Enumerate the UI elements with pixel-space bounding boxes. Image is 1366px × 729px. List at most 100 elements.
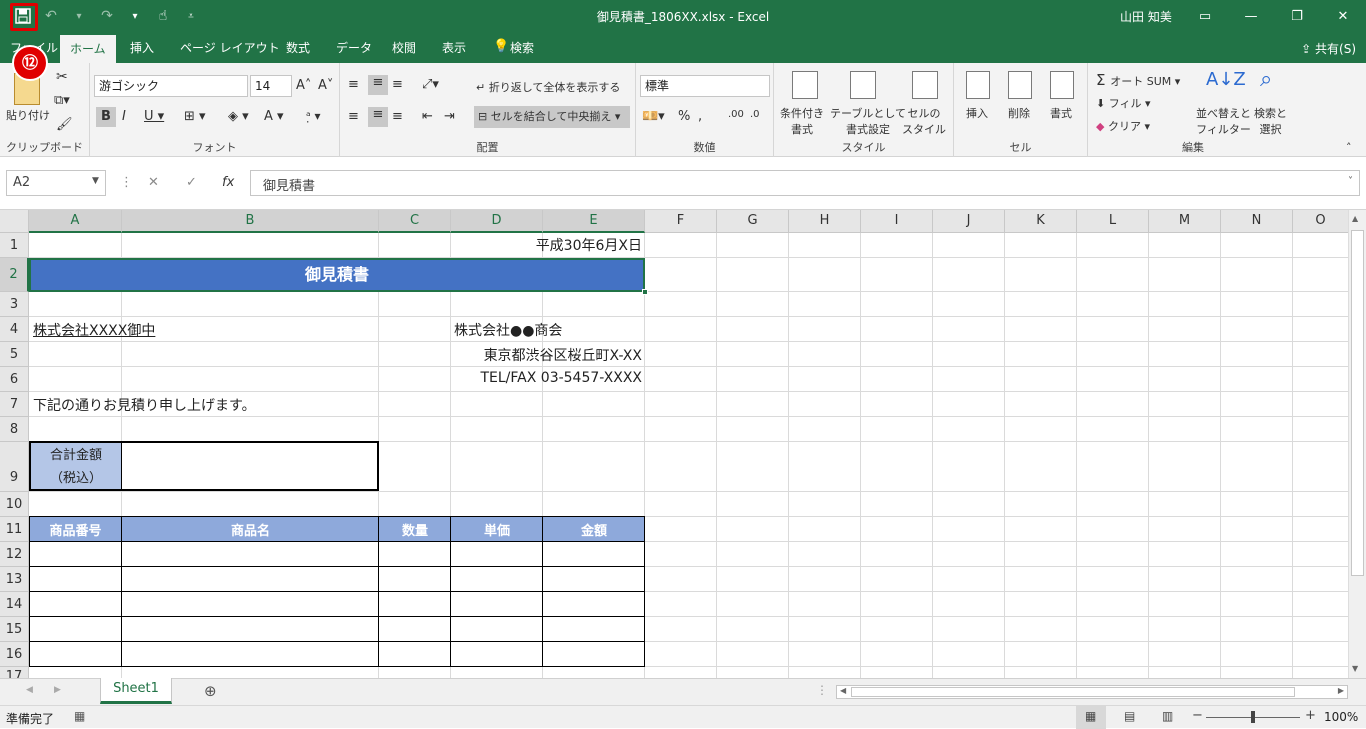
worksheet-grid[interactable]: A B C D E F G H I J K L M N O 1 2 3 4 5 … (0, 210, 1366, 678)
row-header[interactable]: 2 (0, 258, 29, 292)
enter-icon[interactable]: ✓ (186, 175, 197, 190)
column-header[interactable]: F (645, 210, 717, 233)
format-painter-icon[interactable]: 🖌 (56, 117, 73, 132)
header-amount[interactable]: 金額 (543, 520, 645, 539)
row-header[interactable]: 12 (0, 542, 29, 567)
increase-decimal-icon[interactable]: .00 (728, 109, 744, 120)
column-header[interactable]: B (122, 210, 379, 233)
vertical-scrollbar[interactable]: ▲ ▼ (1348, 210, 1366, 678)
column-header[interactable]: M (1149, 210, 1221, 233)
column-header[interactable]: N (1221, 210, 1293, 233)
row-header[interactable]: 6 (0, 367, 29, 392)
scroll-left-icon[interactable]: ◀ (840, 686, 846, 695)
column-header[interactable]: K (1005, 210, 1077, 233)
scroll-down-icon[interactable]: ▼ (1352, 664, 1358, 673)
hscroll-thumb[interactable] (851, 687, 1295, 697)
font-color-icon[interactable]: A ▾ (264, 109, 284, 124)
macro-record-icon[interactable]: ▦ (74, 709, 85, 723)
cell-b9-total-value[interactable] (121, 441, 379, 491)
share-button[interactable]: ⇪ 共有(S) (1301, 40, 1356, 57)
column-header[interactable]: E (543, 210, 645, 233)
sheet-tab-sheet1[interactable]: Sheet1 (100, 678, 172, 704)
zoom-out-icon[interactable]: − (1192, 708, 1203, 723)
column-header[interactable]: D (451, 210, 543, 233)
find-icon[interactable]: ⌕ (1260, 67, 1272, 92)
page-break-view-icon[interactable]: ▥ (1162, 709, 1173, 723)
format-cells-icon[interactable] (1050, 71, 1074, 99)
row-header[interactable]: 14 (0, 592, 29, 617)
page-layout-view-icon[interactable]: ▤ (1124, 709, 1135, 723)
cell-styles-button[interactable]: セルの スタイル (902, 105, 946, 137)
format-as-table-icon[interactable] (850, 71, 876, 99)
fill-handle[interactable] (642, 289, 648, 295)
scroll-thumb[interactable] (1351, 230, 1364, 576)
close-icon[interactable]: ✕ (1320, 0, 1366, 33)
decrease-decimal-icon[interactable]: .0 (750, 109, 760, 120)
row-header[interactable]: 16 (0, 642, 29, 667)
cell-styles-icon[interactable] (912, 71, 938, 99)
column-header[interactable]: C (379, 210, 451, 233)
cell-e6-tel[interactable]: TEL/FAX 03-5457-XXXX (451, 370, 642, 386)
column-header[interactable]: A (29, 210, 122, 233)
wrap-text-button[interactable]: ↵ 折り返して全体を表示する (476, 79, 620, 95)
indent-decrease-icon[interactable]: ⇤ (422, 109, 433, 124)
row-header[interactable]: 15 (0, 617, 29, 642)
next-sheet-icon[interactable]: ▶ (54, 685, 61, 695)
row-header[interactable]: 13 (0, 567, 29, 592)
merge-center-button[interactable]: ⊟ セルを結合して中央揃え ▾ (474, 106, 630, 128)
tab-formulas[interactable]: 数式 (276, 33, 320, 63)
horizontal-scrollbar[interactable]: ◀ ▶ (836, 685, 1348, 699)
conditional-format-icon[interactable] (792, 71, 818, 99)
chevron-down-icon[interactable]: ▼ (92, 176, 99, 186)
align-bottom-icon[interactable]: ≡ (392, 77, 403, 92)
row-header[interactable]: 7 (0, 392, 29, 417)
add-sheet-icon[interactable]: ⊕ (204, 682, 217, 700)
name-box[interactable]: A2 (6, 170, 106, 196)
tab-page-layout[interactable]: ページ レイアウト (170, 33, 290, 63)
row-header[interactable]: 3 (0, 292, 29, 317)
row-header[interactable]: 11 (0, 517, 29, 542)
fill-color-icon[interactable]: ◈ ▾ (228, 109, 249, 124)
format-as-table-button[interactable]: テーブルとして 書式設定 (830, 105, 906, 137)
indent-increase-icon[interactable]: ⇥ (444, 109, 455, 124)
align-right-icon[interactable]: ≡ (392, 109, 403, 124)
minimize-icon[interactable]: — (1228, 0, 1274, 33)
ribbon-display-icon[interactable]: ▭ (1182, 0, 1228, 33)
format-cells-button[interactable]: 書式 (1050, 105, 1072, 121)
zoom-level[interactable]: 100% (1324, 710, 1358, 724)
insert-cells-icon[interactable] (966, 71, 990, 99)
sort-filter-icon[interactable]: A↓Z (1206, 69, 1246, 90)
clear-button[interactable]: ◆ クリア ▾ (1096, 118, 1150, 134)
prev-sheet-icon[interactable]: ◀ (26, 685, 33, 695)
column-header[interactable]: G (717, 210, 789, 233)
header-quantity[interactable]: 数量 (379, 520, 451, 539)
bold-icon[interactable]: B (96, 107, 116, 127)
user-name[interactable]: 山田 知美 (1120, 8, 1172, 25)
insert-function-icon[interactable]: fx (222, 175, 234, 190)
percent-icon[interactable]: % (678, 109, 690, 124)
phonetic-icon[interactable]: ᵃ̣ ▾ (306, 109, 321, 123)
find-select-button[interactable]: 検索と 選択 (1254, 105, 1287, 137)
select-all-corner[interactable] (0, 210, 29, 233)
italic-icon[interactable]: I (122, 109, 126, 124)
formula-input[interactable]: 御見積書 (250, 170, 1360, 196)
column-header[interactable]: O (1293, 210, 1349, 233)
grow-font-icon[interactable]: A˄ (296, 78, 311, 93)
comma-icon[interactable]: , (698, 109, 702, 124)
tab-data[interactable]: データ (326, 33, 382, 63)
conditional-format-button[interactable]: 条件付き 書式 (780, 105, 824, 137)
column-header[interactable]: L (1077, 210, 1149, 233)
sort-filter-button[interactable]: 並べ替えと フィルター (1196, 105, 1251, 137)
cell-a2-title[interactable]: 御見積書 (29, 258, 645, 292)
scroll-right-icon[interactable]: ▶ (1338, 686, 1344, 695)
column-header[interactable]: J (933, 210, 1005, 233)
align-left-icon[interactable]: ≡ (348, 109, 359, 124)
expand-formula-icon[interactable]: ˅ (1348, 176, 1353, 187)
restore-icon[interactable]: ❐ (1274, 0, 1320, 33)
row-header[interactable]: 9 (0, 442, 29, 492)
fill-button[interactable]: ⬇ フィル ▾ (1096, 95, 1151, 111)
cell-a9-total-label[interactable]: 合計金額 （税込） (29, 441, 122, 491)
shrink-font-icon[interactable]: A˅ (318, 78, 333, 93)
delete-cells-icon[interactable] (1008, 71, 1032, 99)
delete-cells-button[interactable]: 削除 (1008, 105, 1030, 121)
